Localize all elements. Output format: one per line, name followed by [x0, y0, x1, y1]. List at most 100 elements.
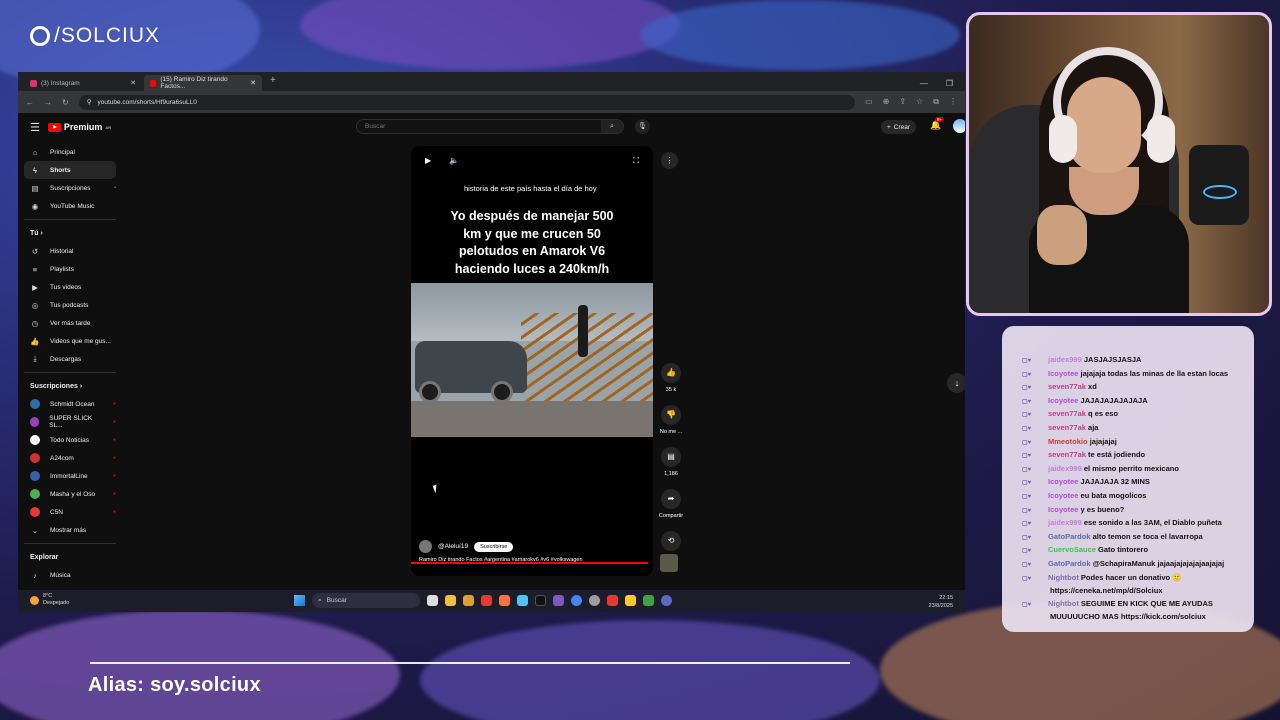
thumbs-up-icon[interactable]: 👍: [661, 363, 681, 383]
youtube-icon[interactable]: [607, 595, 618, 606]
comments-action[interactable]: ▤ 1,186: [656, 447, 686, 477]
sidebar-sub-channel[interactable]: C5N ●: [24, 503, 116, 521]
weather-widget[interactable]: 8°C Despejado: [30, 593, 69, 607]
minimize-icon[interactable]: —: [920, 79, 928, 88]
url-field[interactable]: ⚲ youtube.com/shorts/Hf9ura6suLL0: [78, 94, 856, 110]
forward-icon[interactable]: →: [44, 98, 52, 107]
sidebar-item-liked[interactable]: 👍 Videos que me gus...: [24, 332, 116, 350]
progress-bar[interactable]: [411, 562, 649, 564]
search-input[interactable]: Buscar ⌕: [356, 119, 624, 134]
tab-youtube[interactable]: (15) Ramiro Diz tirando Factos... ✕: [144, 75, 262, 91]
sidebar-item-subscriptions[interactable]: ▤ Suscripciones •: [24, 179, 116, 197]
audio-thumbnail[interactable]: [660, 554, 678, 572]
windows-start-icon[interactable]: [294, 595, 305, 606]
extensions-icon[interactable]: ⧉: [933, 97, 939, 107]
chat-username[interactable]: Icoyotee: [1048, 491, 1078, 500]
chat-username[interactable]: Nightbot: [1048, 599, 1079, 608]
tab-instagram[interactable]: (3) Instagram ✕: [24, 75, 142, 91]
new-tab-button[interactable]: +: [264, 75, 282, 91]
sidebar-sub-channel[interactable]: Schmidt Ocean ●: [24, 395, 116, 413]
sidebar-item-principal[interactable]: ⌂ Principal: [24, 143, 116, 161]
share-action[interactable]: ➦ Compartir: [656, 489, 686, 519]
opera-icon[interactable]: [481, 595, 492, 606]
bookmark-star-icon[interactable]: ☆: [916, 97, 923, 107]
chat-username[interactable]: jaidex999: [1048, 355, 1082, 364]
dislike-action[interactable]: 👎 No me ...: [656, 405, 686, 435]
you-section-header[interactable]: Tú ›: [24, 224, 116, 242]
sidebar-item-shorts[interactable]: ϟ Shorts: [24, 161, 116, 179]
menu-icon[interactable]: ⋮: [949, 97, 957, 107]
taskbar-search[interactable]: ⌕ Buscar: [312, 593, 420, 608]
chat-username[interactable]: Icoyotee: [1048, 477, 1078, 486]
hamburger-icon[interactable]: ☰: [30, 121, 40, 134]
chat-username[interactable]: Icoyotee: [1048, 396, 1078, 405]
chat-username[interactable]: Icoyotee: [1048, 369, 1078, 378]
discord-icon[interactable]: [661, 595, 672, 606]
sidebar-sub-channel[interactable]: ImmortalLine ●: [24, 467, 116, 485]
sidebar-item-downloads[interactable]: ⤓ Descargas: [24, 350, 116, 368]
short-player[interactable]: ▶ 🔈 ⛶ historia de este país hasta el día…: [411, 146, 653, 576]
channel-avatar[interactable]: [419, 540, 432, 553]
sidebar-item-your-videos[interactable]: ▶ Tus videos: [24, 278, 116, 296]
sidebar-item-playlists[interactable]: ≡ Playlists: [24, 260, 116, 278]
share-icon[interactable]: ➦: [661, 489, 681, 509]
media-player-icon[interactable]: [643, 595, 654, 606]
remix-icon[interactable]: ⟲: [661, 531, 681, 551]
chat-username[interactable]: Icoyotee: [1048, 505, 1078, 514]
chrome-icon[interactable]: [571, 595, 582, 606]
more-options-icon[interactable]: ⋮: [661, 152, 678, 169]
chat-username[interactable]: CuervoSauce: [1048, 545, 1096, 554]
play-icon[interactable]: ▶: [425, 156, 431, 166]
subscriptions-section-header[interactable]: Suscripciones ›: [24, 377, 116, 395]
avatar[interactable]: [953, 119, 965, 133]
bell-icon[interactable]: 🔔 9+: [930, 117, 945, 131]
close-icon[interactable]: ✕: [250, 79, 256, 87]
clock[interactable]: 22:15 23/8/2025: [929, 594, 953, 610]
chat-username[interactable]: jaidex999: [1048, 518, 1082, 527]
maximize-icon[interactable]: ❐: [946, 79, 953, 88]
next-short-icon[interactable]: ↓: [947, 373, 965, 393]
sticky-notes-icon[interactable]: [625, 595, 636, 606]
reload-icon[interactable]: ↻: [62, 98, 69, 107]
thumbs-down-icon[interactable]: 👎: [661, 405, 681, 425]
sidebar-item-history[interactable]: ↺ Historial: [24, 242, 116, 260]
subscribe-button[interactable]: Suscribirse: [474, 541, 514, 552]
youtube-logo[interactable]: Premium AR: [47, 122, 111, 132]
fullscreen-icon[interactable]: ⛶: [633, 156, 639, 166]
zoom-icon[interactable]: ⊕: [883, 97, 890, 107]
chat-username[interactable]: jaidex999: [1048, 464, 1082, 473]
file-explorer-icon[interactable]: [445, 595, 456, 606]
sidebar-item-watch-later[interactable]: ◷ Ver más tarde: [24, 314, 116, 332]
chat-username[interactable]: Mmeotokio: [1048, 437, 1088, 446]
sidebar-item-podcasts[interactable]: ◎ Tus podcasts: [24, 296, 116, 314]
folder-icon[interactable]: [463, 595, 474, 606]
volume-icon[interactable]: 🔈: [449, 156, 459, 166]
mic-icon[interactable]: 🎙: [635, 119, 650, 134]
chat-username[interactable]: GatoPardok: [1048, 532, 1091, 541]
create-button[interactable]: + Crear: [881, 120, 917, 134]
share-icon[interactable]: ⇪: [899, 97, 906, 107]
task-view-icon[interactable]: [427, 595, 438, 606]
sidebar-sub-channel[interactable]: A24com ●: [24, 449, 116, 467]
sidebar-sub-channel[interactable]: Masha y el Oso ●: [24, 485, 116, 503]
photos-icon[interactable]: [517, 595, 528, 606]
show-more-button[interactable]: ⌄ Mostrar más: [24, 521, 116, 539]
sidebar-sub-channel[interactable]: SUPER SLICK SL... ●: [24, 413, 116, 431]
channel-handle[interactable]: @Aleluí19: [438, 543, 468, 550]
tiktok-icon[interactable]: [535, 595, 546, 606]
chat-username[interactable]: seven77ak: [1048, 450, 1086, 459]
like-action[interactable]: 👍 35 k: [656, 363, 686, 393]
chat-username[interactable]: seven77ak: [1048, 382, 1086, 391]
chat-username[interactable]: seven77ak: [1048, 409, 1086, 418]
sidebar-sub-channel[interactable]: Todo Noticias ●: [24, 431, 116, 449]
app-icon[interactable]: [553, 595, 564, 606]
site-info-icon[interactable]: ⚲: [87, 98, 92, 106]
chat-username[interactable]: seven77ak: [1048, 423, 1086, 432]
office-icon[interactable]: [499, 595, 510, 606]
chat-username[interactable]: GatoPardok: [1048, 559, 1091, 568]
back-icon[interactable]: ←: [26, 98, 34, 107]
obs-icon[interactable]: [589, 595, 600, 606]
cast-icon[interactable]: ▭: [865, 97, 873, 107]
search-icon[interactable]: ⌕: [601, 120, 623, 133]
chat-username[interactable]: Nightbot: [1048, 573, 1079, 582]
